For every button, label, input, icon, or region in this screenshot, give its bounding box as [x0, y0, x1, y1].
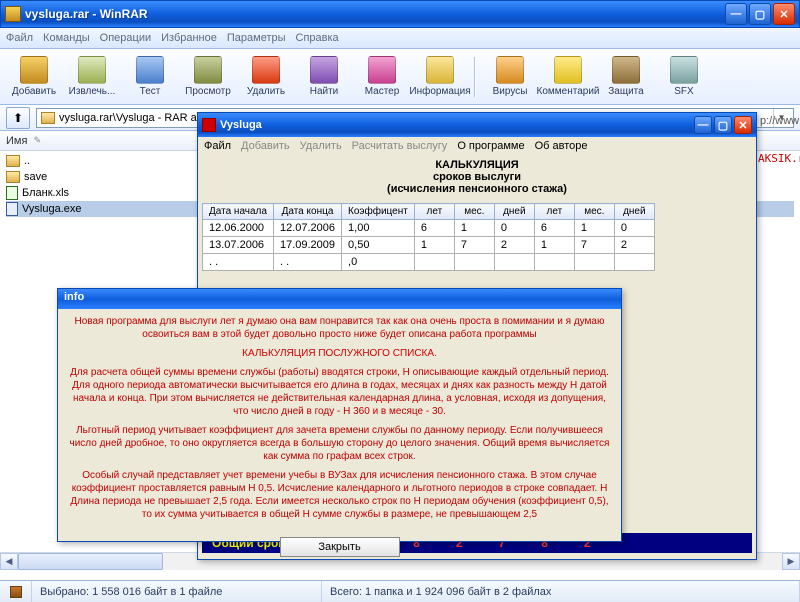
toolbar-Найти[interactable]: Найти: [296, 52, 352, 102]
toolbar-icon: [20, 56, 48, 84]
v-maximize[interactable]: ▢: [714, 116, 732, 134]
close-button[interactable]: ✕: [773, 3, 795, 25]
scroll-right[interactable]: ▶: [782, 553, 800, 570]
toolbar-icon: [252, 56, 280, 84]
info-body: Новая программа для выслуги лет я думаю …: [58, 309, 621, 533]
vmenu-1[interactable]: Добавить: [241, 140, 290, 152]
vysluga-menubar: Файл Добавить Удалить Расчитать выслугу О пр…: [198, 137, 756, 155]
folder-icon: [41, 112, 55, 124]
status-right: Всего: 1 папка и 1 924 096 байт в 2 файл…: [330, 586, 551, 598]
menu-Справка[interactable]: Справка: [296, 32, 339, 44]
winrar-titlebar[interactable]: vysluga.rar - WinRAR — ▢ ✕: [0, 0, 800, 28]
url-fragment: p://www: [760, 115, 800, 127]
status-icon: [10, 586, 22, 598]
scroll-left[interactable]: ◀: [0, 553, 18, 570]
toolbar-icon: [368, 56, 396, 84]
toolbar-Удалить[interactable]: Удалить: [238, 52, 294, 102]
toolbar-Просмотр[interactable]: Просмотр: [180, 52, 236, 102]
toolbar-icon: [136, 56, 164, 84]
menu-Файл[interactable]: Файл: [6, 32, 33, 44]
table-row[interactable]: 12.06.200012.07.20061,00610610: [203, 220, 655, 237]
vysluga-table[interactable]: Дата началаДата концаКоэффицентлетмес.дн…: [202, 203, 655, 271]
winrar-toolbar: ДобавитьИзвлечь...ТестПросмотрУдалитьНай…: [0, 49, 800, 105]
toolbar-Извлечь...[interactable]: Извлечь...: [64, 52, 120, 102]
toolbar-Тест[interactable]: Тест: [122, 52, 178, 102]
up-button[interactable]: ⬆: [6, 107, 30, 129]
vysluga-title: Vysluga: [220, 119, 694, 131]
toolbar-icon: [612, 56, 640, 84]
folder-icon: [6, 155, 20, 167]
site-fragment: AKSIK.ru: [758, 152, 800, 165]
toolbar-icon: [670, 56, 698, 84]
winrar-icon: [5, 6, 21, 22]
vysluga-titlebar[interactable]: Vysluga — ▢ ✕: [198, 113, 756, 137]
statusbar: Выбрано: 1 558 016 байт в 1 файле Всего:…: [0, 580, 800, 602]
vmenu-0[interactable]: Файл: [204, 140, 231, 152]
toolbar-Защита[interactable]: Защита: [598, 52, 654, 102]
toolbar-icon: [194, 56, 222, 84]
xls-icon: [6, 186, 18, 200]
v-close[interactable]: ✕: [734, 116, 752, 134]
table-row[interactable]: . .. .,0: [203, 254, 655, 271]
toolbar-Добавить[interactable]: Добавить: [6, 52, 62, 102]
vmenu-5[interactable]: Об авторе: [535, 140, 588, 152]
toolbar-Мастер[interactable]: Мастер: [354, 52, 410, 102]
menu-Команды[interactable]: Команды: [43, 32, 90, 44]
info-close-button[interactable]: Закрыть: [280, 537, 400, 557]
toolbar-icon: [78, 56, 106, 84]
scroll-thumb[interactable]: [18, 553, 163, 570]
info-title[interactable]: info: [58, 289, 621, 309]
v-minimize[interactable]: —: [694, 116, 712, 134]
vmenu-2[interactable]: Удалить: [300, 140, 342, 152]
table-row[interactable]: 13.07.200617.09.20090,50172172: [203, 237, 655, 254]
vysluga-icon: [202, 118, 216, 132]
toolbar-icon: [496, 56, 524, 84]
menu-Параметры[interactable]: Параметры: [227, 32, 286, 44]
toolbar-Информация[interactable]: Информация: [412, 52, 468, 102]
info-window: info Новая программа для выслуги лет я д…: [57, 288, 622, 542]
exe-icon: [6, 202, 18, 216]
window-title: vysluga.rar - WinRAR: [25, 7, 725, 21]
toolbar-Вирусы[interactable]: Вирусы: [482, 52, 538, 102]
folder-icon: [6, 171, 20, 183]
toolbar-SFX[interactable]: SFX: [656, 52, 712, 102]
menu-Операции[interactable]: Операции: [100, 32, 151, 44]
toolbar-icon: [554, 56, 582, 84]
vysluga-heading: КАЛЬКУЛЯЦИЯ сроков выслуги (исчисления п…: [198, 155, 756, 203]
vmenu-3[interactable]: Расчитать выслугу: [352, 140, 448, 152]
maximize-button[interactable]: ▢: [749, 3, 771, 25]
winrar-menubar: Файл Команды Операции Избранное Параметры Спр…: [0, 28, 800, 49]
vmenu-4[interactable]: О программе: [457, 140, 524, 152]
minimize-button[interactable]: —: [725, 3, 747, 25]
status-left: Выбрано: 1 558 016 байт в 1 файле: [40, 586, 222, 598]
toolbar-icon: [426, 56, 454, 84]
toolbar-icon: [310, 56, 338, 84]
toolbar-Комментарий[interactable]: Комментарий: [540, 52, 596, 102]
menu-Избранное[interactable]: Избранное: [161, 32, 217, 44]
